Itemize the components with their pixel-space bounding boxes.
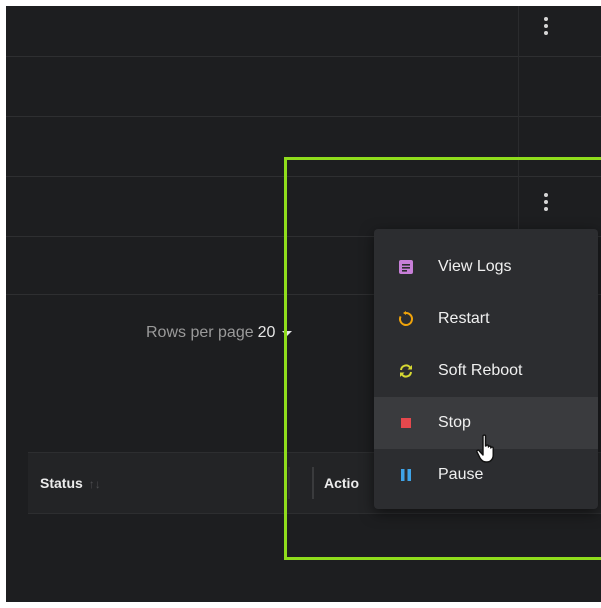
row-divider	[6, 176, 601, 177]
view-logs-icon	[396, 257, 416, 277]
row-divider	[6, 116, 601, 117]
menu-item-label: Restart	[438, 310, 490, 327]
menu-item-soft-reboot[interactable]: Soft Reboot	[374, 345, 598, 397]
menu-item-stop[interactable]: Stop	[374, 397, 598, 449]
app-panel: Rows per page 20 Status ↑↓ Actio View Log	[6, 6, 601, 602]
row-actions-menu: View Logs Restart Soft Reboot Stop Pause	[374, 229, 598, 509]
menu-item-restart[interactable]: Restart	[374, 293, 598, 345]
menu-item-label: Pause	[438, 466, 484, 483]
caret-down-icon	[282, 330, 293, 336]
menu-item-label: Soft Reboot	[438, 362, 523, 379]
sort-icon[interactable]: ↑↓	[89, 477, 101, 491]
menu-item-view-logs[interactable]: View Logs	[374, 241, 598, 293]
pagination: Rows per page 20	[146, 324, 293, 342]
status-column-header[interactable]: Status ↑↓	[40, 475, 101, 491]
row-more-vert-icon[interactable]	[536, 188, 556, 216]
menu-item-label: Stop	[438, 414, 471, 431]
actions-column-header: Actio	[324, 475, 359, 491]
menu-item-label: View Logs	[438, 258, 512, 275]
soft-reboot-icon	[396, 361, 416, 381]
menu-item-pause[interactable]: Pause	[374, 449, 598, 501]
column-resize-handle[interactable]	[312, 467, 314, 499]
status-header-label: Status	[40, 475, 83, 491]
stop-icon	[396, 413, 416, 433]
row-more-vert-icon[interactable]	[536, 12, 556, 40]
restart-icon	[396, 309, 416, 329]
column-resize-handle[interactable]	[288, 467, 290, 499]
pause-icon	[396, 465, 416, 485]
rows-per-page-label: Rows per page	[146, 324, 254, 341]
rows-per-page-value: 20	[257, 324, 276, 341]
row-divider	[6, 56, 601, 57]
rows-per-page-select[interactable]: 20	[258, 324, 293, 342]
